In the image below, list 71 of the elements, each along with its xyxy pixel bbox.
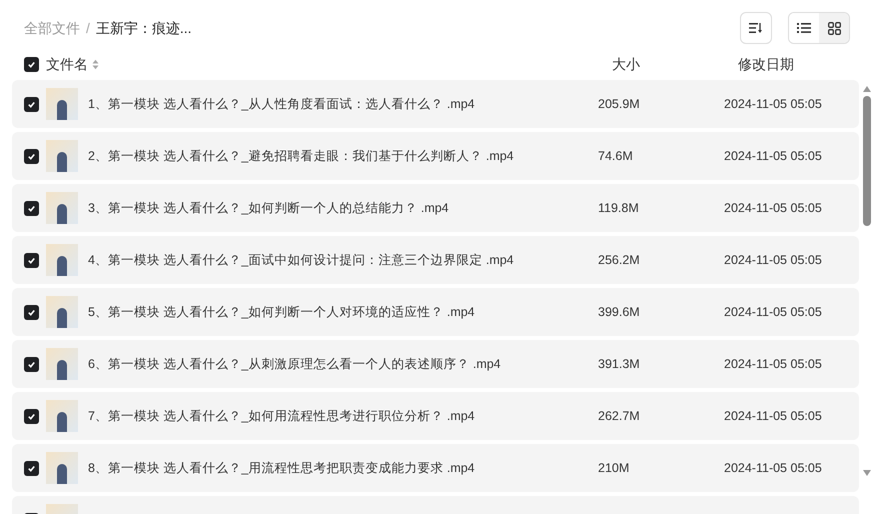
check-icon bbox=[27, 256, 36, 264]
file-size: 210M bbox=[598, 460, 630, 475]
video-thumbnail bbox=[46, 88, 78, 120]
column-header[interactable]: 文件名 bbox=[46, 54, 88, 74]
checkbox[interactable] bbox=[24, 148, 39, 164]
file-row[interactable]: 3、第一模块 选人看什么？_如何判断一个人的总结能力？ .mp4 119.8M 2024-11-05 05:05 bbox=[12, 184, 859, 232]
video-thumbnail bbox=[46, 348, 78, 380]
file-name[interactable]: 2、第一模块 选人看什么？_避免招聘看走眼：我们基于什么判断人？ .mp4 bbox=[88, 148, 514, 163]
breadcrumb-separator: / bbox=[86, 18, 90, 38]
list-icon bbox=[797, 22, 811, 34]
check-icon bbox=[27, 152, 36, 160]
modified-date: 2024-11-05 05:05 bbox=[724, 408, 822, 423]
file-row[interactable]: 1、第一模块 选人看什么？_从人性角度看面试：选人看什么？ .mp4 205.9M 2024-11-05 05:05 bbox=[12, 80, 859, 128]
scroll-down-arrow-icon[interactable] bbox=[863, 470, 871, 476]
check-icon bbox=[27, 412, 36, 420]
checkbox[interactable] bbox=[24, 408, 39, 424]
check-icon bbox=[27, 204, 36, 212]
sort-icon bbox=[749, 22, 763, 34]
scroll-up-arrow-icon[interactable] bbox=[863, 86, 871, 92]
file-size: 256.2M bbox=[598, 252, 640, 267]
modified-date: 2024-11-05 05:05 bbox=[724, 460, 822, 475]
file-name[interactable]: 8、第一模块 选人看什么？_用流程性思考把职责变成能力要求 .mp4 bbox=[88, 460, 475, 475]
file-row[interactable]: 4、第一模块 选人看什么？_面试中如何设计提问：注意三个边界限定 .mp4 256.2M 2024-11-05 05:05 bbox=[12, 236, 859, 284]
file-row[interactable]: 5、第一模块 选人看什么？_如何判断一个人对环境的适应性？ .mp4 399.6M 2024-11-05 05:05 bbox=[12, 288, 859, 336]
file-size: 399.6M bbox=[598, 304, 640, 319]
file-name[interactable]: 7、第一模块 选人看什么？_如何用流程性思考进行职位分析？ .mp4 bbox=[88, 408, 475, 423]
modified-date: 2024-11-05 05:05 bbox=[724, 356, 822, 371]
file-row[interactable]: 2、第一模块 选人看什么？_避免招聘看走眼：我们基于什么判断人？ .mp4 74.6M 2024-11-05 05:05 bbox=[12, 132, 859, 180]
check-icon bbox=[27, 100, 36, 108]
file-name[interactable]: 6、第一模块 选人看什么？_从刺激原理怎么看一个人的表述顺序？ .mp4 bbox=[88, 356, 501, 371]
video-thumbnail bbox=[46, 192, 78, 224]
grid-icon bbox=[828, 22, 840, 34]
checkbox[interactable] bbox=[24, 304, 39, 320]
checkbox[interactable] bbox=[24, 252, 39, 268]
column-header[interactable]: 大小 bbox=[612, 56, 640, 72]
checkbox[interactable] bbox=[24, 96, 39, 112]
video-thumbnail bbox=[46, 400, 78, 432]
file-size: 391.3M bbox=[598, 356, 640, 371]
modified-date: 2024-11-05 05:05 bbox=[724, 200, 822, 215]
file-name[interactable]: 5、第一模块 选人看什么？_如何判断一个人对环境的适应性？ .mp4 bbox=[88, 304, 475, 319]
modified-date: 2024-11-05 05:05 bbox=[724, 96, 822, 111]
file-name[interactable]: 1、第一模块 选人看什么？_从人性角度看面试：选人看什么？ .mp4 bbox=[88, 96, 475, 111]
file-row[interactable]: 6、第一模块 选人看什么？_从刺激原理怎么看一个人的表述顺序？ .mp4 391.3M 2024-11-05 05:05 bbox=[12, 340, 859, 388]
check-icon bbox=[27, 60, 36, 68]
checkbox[interactable] bbox=[24, 460, 39, 476]
video-thumbnail bbox=[46, 452, 78, 484]
video-thumbnail bbox=[46, 296, 78, 328]
view-button[interactable] bbox=[819, 13, 849, 43]
file-row[interactable]: 8、第一模块 选人看什么？_用流程性思考把职责变成能力要求 .mp4 210M 2024-11-05 05:05 bbox=[12, 444, 859, 492]
file-size: 74.6M bbox=[598, 148, 633, 163]
check-icon bbox=[27, 464, 36, 472]
check-icon bbox=[27, 308, 36, 316]
checkbox[interactable] bbox=[24, 56, 39, 72]
sort-button[interactable] bbox=[740, 12, 772, 44]
scrollbar-thumb[interactable] bbox=[863, 96, 871, 226]
check-icon bbox=[27, 360, 36, 368]
column-header[interactable]: 修改日期 bbox=[738, 56, 794, 72]
file-size: 205.9M bbox=[598, 96, 640, 111]
checkbox[interactable] bbox=[24, 200, 39, 216]
modified-date: 2024-11-05 05:05 bbox=[724, 252, 822, 267]
file-size: 262.7M bbox=[598, 408, 640, 423]
modified-date: 2024-11-05 05:05 bbox=[724, 304, 822, 319]
video-thumbnail bbox=[46, 244, 78, 276]
video-thumbnail bbox=[46, 140, 78, 172]
breadcrumb-item[interactable]: 王新宇：痕迹... bbox=[96, 18, 192, 38]
file-row[interactable]: 7、第一模块 选人看什么？_如何用流程性思考进行职位分析？ .mp4 262.7M 2024-11-05 05:05 bbox=[12, 392, 859, 440]
file-name[interactable]: 3、第一模块 选人看什么？_如何判断一个人的总结能力？ .mp4 bbox=[88, 200, 449, 215]
file-name[interactable]: 4、第一模块 选人看什么？_面试中如何设计提问：注意三个边界限定 .mp4 bbox=[88, 252, 514, 267]
modified-date: 2024-11-05 05:05 bbox=[724, 148, 822, 163]
checkbox[interactable] bbox=[24, 356, 39, 372]
file-size: 119.8M bbox=[598, 200, 639, 215]
